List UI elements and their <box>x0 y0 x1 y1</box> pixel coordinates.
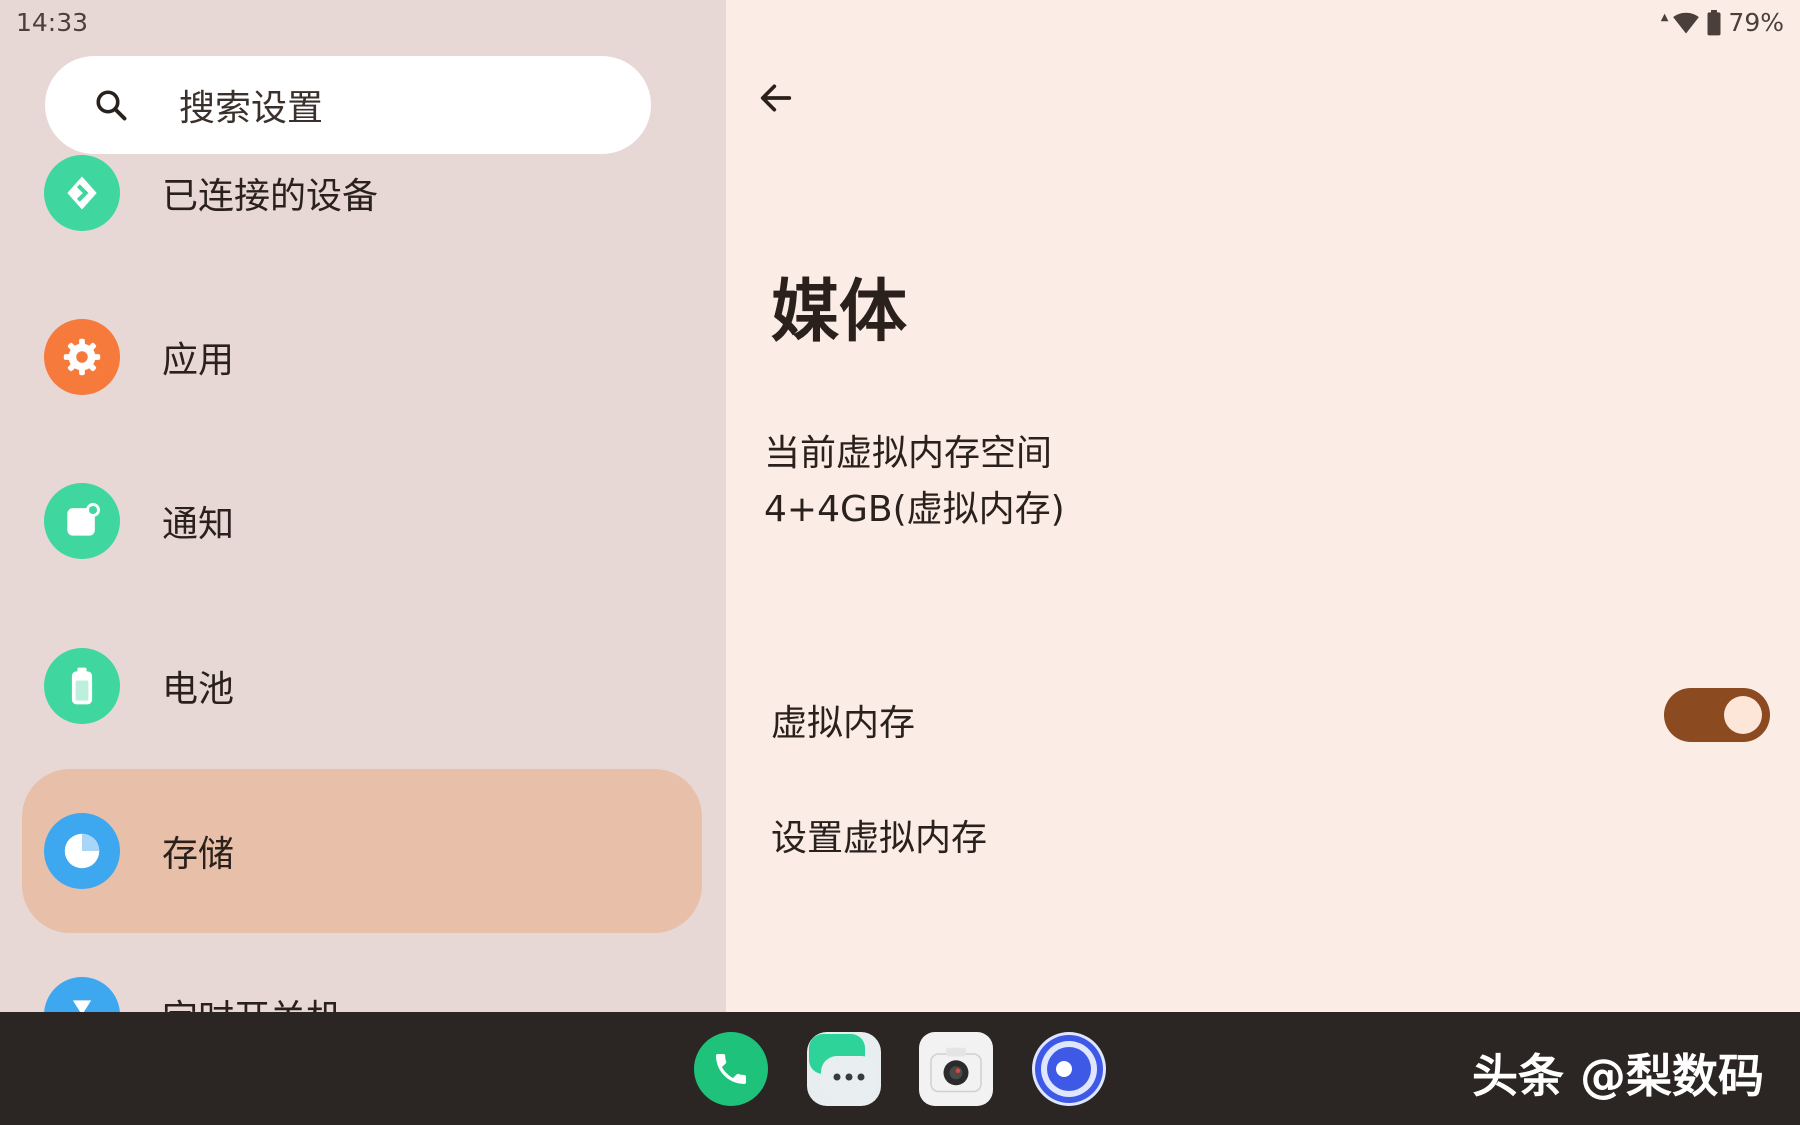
battery-status-icon <box>1707 9 1721 35</box>
sidebar-item-apps[interactable]: 应用 <box>22 275 702 439</box>
storage-pie-icon <box>44 813 120 889</box>
camera-app-icon[interactable] <box>919 1032 993 1106</box>
connected-devices-icon <box>44 155 120 231</box>
browser-app-icon[interactable] <box>1032 1032 1106 1106</box>
watermark: 头条 @梨数码 <box>1471 1049 1764 1103</box>
messages-app-icon[interactable] <box>807 1032 881 1106</box>
sidebar-item-connected-devices[interactable]: 已连接的设备 <box>22 111 702 275</box>
sidebar-item-battery[interactable]: 电池 <box>22 604 702 768</box>
sidebar-item-storage[interactable]: 存储 <box>22 769 702 933</box>
virtual-memory-info-label: 当前虚拟内存空间 <box>764 433 1053 474</box>
virtual-memory-toggle-label: 虚拟内存 <box>771 703 916 744</box>
notification-icon <box>44 483 120 559</box>
battery-icon <box>44 648 120 724</box>
timer-icon <box>44 977 120 1012</box>
virtual-memory-info-value: 4+4GB(虚拟内存) <box>764 489 1065 530</box>
app-dock: 头条 @梨数码 <box>0 1012 1800 1125</box>
status-time: 14:33 <box>16 8 89 37</box>
storage-detail-pane: ▲ 79% 媒体 当前虚拟内存空间 4+4GB(虚拟内存) 虚拟内存 设置虚拟内… <box>726 0 1800 1012</box>
data-arrow-icon: ▲ <box>1660 12 1669 23</box>
sidebar-item-label: 定时开关机 <box>162 989 342 1012</box>
virtual-memory-toggle[interactable] <box>1664 688 1770 742</box>
sidebar-item-notifications[interactable]: 通知 <box>22 439 702 603</box>
phone-app-icon[interactable] <box>694 1032 768 1106</box>
battery-percent: 79% <box>1728 8 1784 37</box>
set-virtual-memory-option[interactable]: 设置虚拟内存 <box>771 809 987 861</box>
back-arrow-icon[interactable] <box>756 78 796 118</box>
settings-sidebar: 14:33 搜索设置 已连接的设备 应用 通知 电池 存储 <box>0 0 726 1012</box>
sidebar-item-label: 电池 <box>162 669 235 710</box>
sidebar-item-label: 已连接的设备 <box>162 176 379 217</box>
sidebar-item-label: 应用 <box>162 340 235 381</box>
sidebar-item-label: 存储 <box>162 834 235 875</box>
status-indicators: ▲ 79% <box>1661 8 1784 37</box>
apps-gear-icon <box>44 319 120 395</box>
sidebar-item-label: 通知 <box>162 504 235 545</box>
toggle-knob <box>1724 696 1762 734</box>
page-title: 媒体 <box>771 273 908 352</box>
wifi-icon <box>1673 12 1700 33</box>
sidebar-item-scheduled-power[interactable]: 定时开关机 <box>22 933 702 1012</box>
